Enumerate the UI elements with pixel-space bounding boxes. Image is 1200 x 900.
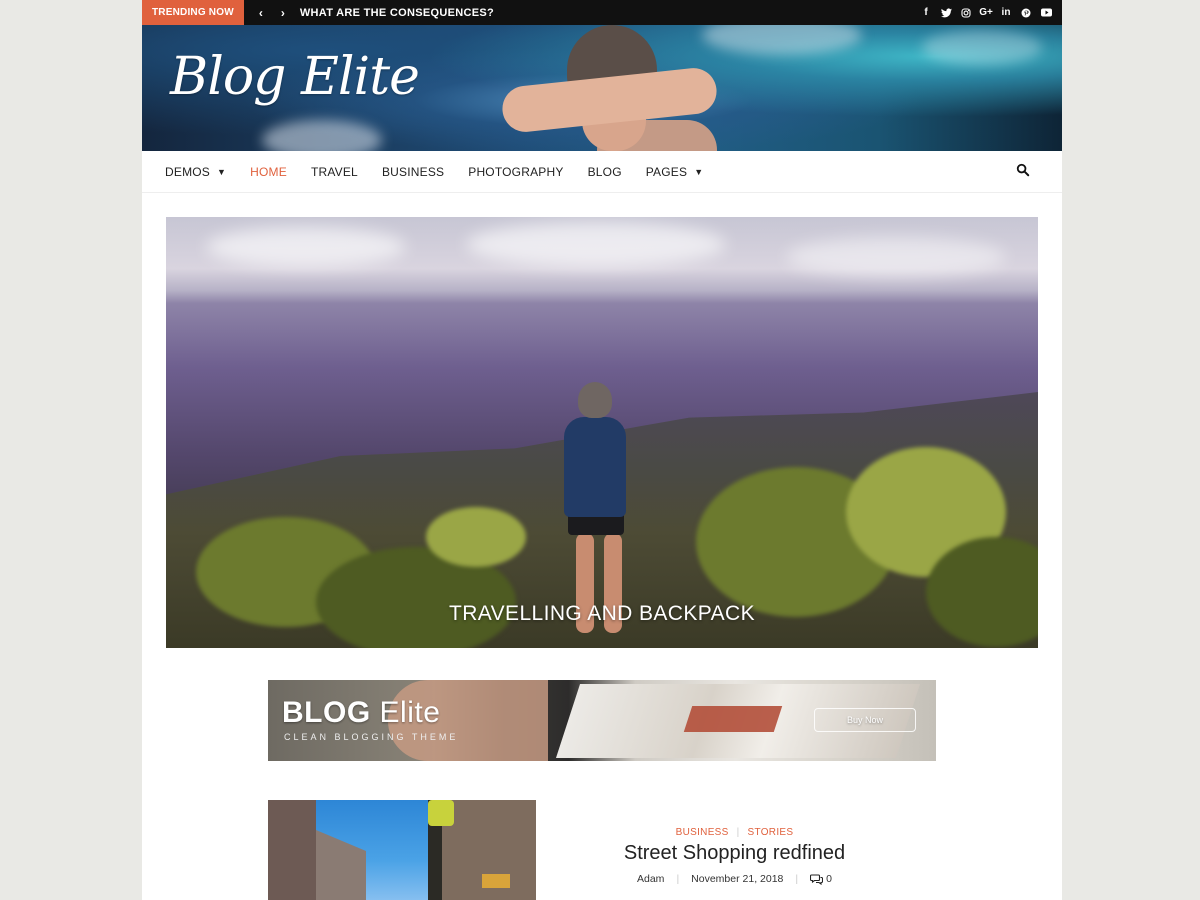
header-banner: Blog Elite [142, 25, 1062, 151]
hero-bush [426, 507, 526, 567]
google-plus-icon[interactable]: G+ [976, 7, 996, 18]
nav-item-label: BUSINESS [381, 164, 445, 179]
post-thumbnail-sign [482, 874, 510, 888]
ad-title-bold: BLOG [282, 696, 371, 729]
chevron-right-icon[interactable]: › [272, 6, 294, 20]
top-bar: TRENDING NOW ‹ › WHAT ARE THE CONSEQUENC… [142, 0, 1062, 25]
ad-magazine-image [683, 706, 783, 732]
hero-featured-post[interactable]: TRAVELLING AND BACKPACK [166, 217, 1038, 648]
hero-cloud [786, 237, 1006, 277]
twitter-icon[interactable] [936, 7, 956, 18]
chevron-down-icon: ▼ [217, 166, 227, 177]
category-link-stories[interactable]: STORIES [748, 827, 794, 838]
pinterest-icon[interactable] [1016, 8, 1036, 18]
trending-headline-link[interactable]: WHAT ARE THE CONSEQUENCES? [300, 7, 494, 19]
nav-item-demos[interactable]: DEMOS ▼ [165, 165, 226, 179]
nav-item-blog[interactable]: BLOG [588, 165, 622, 179]
hero-cloud [466, 222, 726, 267]
nav-item-business[interactable]: BUSINESS [382, 165, 444, 179]
nav-item-label: TRAVEL [310, 164, 358, 179]
main-navigation: DEMOS ▼ HOME TRAVEL BUSINESS PHOTOGRAPHY … [142, 151, 1062, 193]
separator: | [795, 873, 799, 885]
instagram-icon[interactable] [956, 7, 976, 18]
hero-hiker-head [578, 382, 612, 418]
facebook-icon[interactable]: f [916, 7, 936, 18]
post-comment-count: 0 [826, 873, 832, 885]
trending-now-label: TRENDING NOW [142, 0, 244, 25]
hero-hiker [564, 417, 626, 517]
banner-cloud [262, 120, 382, 151]
banner-cloud [922, 30, 1042, 65]
chevron-down-icon: ▼ [694, 166, 704, 177]
linkedin-icon[interactable]: in [996, 7, 1016, 18]
search-icon[interactable] [1016, 163, 1032, 179]
nav-item-label: BLOG [587, 164, 622, 179]
ad-title: BLOG Elite [282, 696, 440, 730]
page: TRENDING NOW ‹ › WHAT ARE THE CONSEQUENC… [142, 0, 1062, 900]
post-title[interactable]: Street Shopping redfined [572, 842, 897, 865]
ad-subtitle: CLEAN BLOGGING THEME [284, 732, 459, 742]
post-thumbnail[interactable] [268, 800, 536, 900]
separator: | [736, 827, 740, 838]
buy-now-button[interactable]: Buy Now [814, 708, 916, 732]
ad-title-light: Elite [379, 696, 441, 729]
nav-item-label: HOME [250, 164, 287, 179]
separator: | [676, 873, 680, 885]
nav-item-travel[interactable]: TRAVEL [311, 165, 358, 179]
chevron-left-icon[interactable]: ‹ [250, 6, 272, 20]
post-thumbnail-lamp [428, 800, 454, 826]
nav-item-label: PAGES [645, 164, 688, 179]
post-comments-link[interactable]: 0 [810, 873, 832, 885]
ad-banner[interactable]: BLOG Elite CLEAN BLOGGING THEME Buy Now [268, 680, 936, 761]
comments-icon [810, 873, 824, 885]
hero-cloud [206, 227, 406, 267]
nav-item-pages[interactable]: PAGES ▼ [646, 165, 704, 179]
youtube-icon[interactable] [1036, 8, 1056, 17]
post-thumbnail-building [268, 800, 316, 900]
social-links: f G+ in [916, 7, 1062, 18]
post-date[interactable]: November 21, 2018 [691, 873, 783, 885]
post-categories: BUSINESS | STORIES [572, 827, 897, 838]
post-meta: Adam | November 21, 2018 | 0 [572, 873, 897, 885]
post-thumbnail-building [316, 830, 366, 900]
nav-item-label: PHOTOGRAPHY [468, 164, 564, 179]
banner-cloud [702, 25, 862, 55]
hero-title: TRAVELLING AND BACKPACK [448, 602, 755, 625]
nav-item-photography[interactable]: PHOTOGRAPHY [468, 165, 563, 179]
post-author[interactable]: Adam [637, 873, 664, 885]
nav-item-label: DEMOS [165, 164, 211, 179]
site-logo[interactable]: Blog Elite [170, 47, 420, 107]
nav-item-home[interactable]: HOME [250, 165, 287, 179]
category-link-business[interactable]: BUSINESS [676, 827, 729, 838]
